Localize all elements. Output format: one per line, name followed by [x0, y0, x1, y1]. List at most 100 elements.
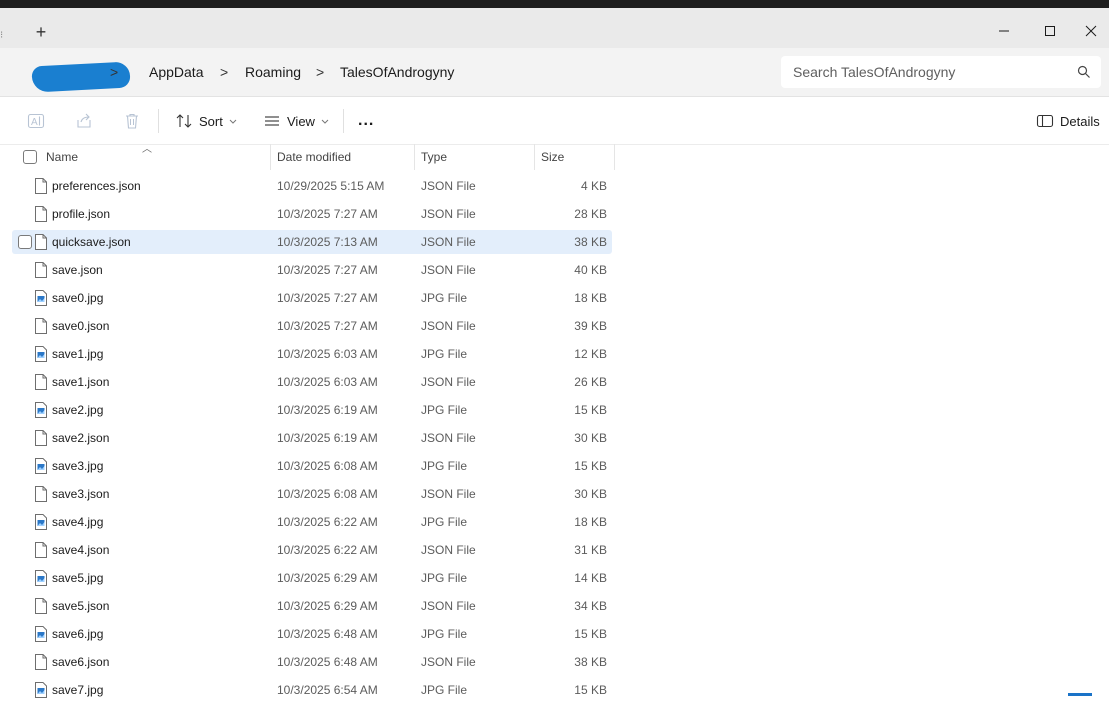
file-date-modified: 10/3/2025 7:27 AM	[277, 319, 378, 333]
column-divider[interactable]	[414, 144, 415, 170]
file-size: 15 KB	[574, 627, 607, 641]
tab-edge: ⁝	[0, 30, 4, 41]
file-name[interactable]: save4.json	[52, 538, 109, 562]
file-size: 39 KB	[574, 319, 607, 333]
file-row[interactable]: save5.jpg 10/3/2025 6:29 AM JPG File 14 KB	[12, 566, 612, 590]
document-file-icon	[34, 178, 48, 197]
file-name[interactable]: save2.jpg	[52, 398, 103, 422]
breadcrumb-separator[interactable]: >	[316, 56, 324, 88]
file-name[interactable]: save6.json	[52, 650, 109, 674]
document-file-icon	[34, 542, 48, 561]
search-icon[interactable]	[1077, 65, 1091, 79]
column-divider[interactable]	[614, 144, 615, 170]
file-name[interactable]: save6.jpg	[52, 622, 103, 646]
maximize-button[interactable]	[1027, 16, 1073, 46]
column-type[interactable]: Type	[421, 144, 447, 170]
file-row[interactable]: save2.jpg 10/3/2025 6:19 AM JPG File 15 KB	[12, 398, 612, 422]
column-date-modified[interactable]: Date modified	[277, 144, 351, 170]
view-label: View	[287, 113, 315, 129]
file-row[interactable]: save6.jpg 10/3/2025 6:48 AM JPG File 15 KB	[12, 622, 612, 646]
column-divider[interactable]	[534, 144, 535, 170]
address-bar[interactable]: > AppData > Roaming > TalesOfAndrogyny	[10, 56, 773, 93]
file-row[interactable]: save3.jpg 10/3/2025 6:08 AM JPG File 15 KB	[12, 454, 612, 478]
file-name[interactable]: save2.json	[52, 426, 109, 450]
file-row[interactable]: preferences.json 10/29/2025 5:15 AM JSON F…	[12, 174, 612, 198]
file-date-modified: 10/3/2025 6:03 AM	[277, 375, 378, 389]
file-date-modified: 10/3/2025 6:48 AM	[277, 627, 378, 641]
file-name[interactable]: save7.jpg	[52, 678, 103, 702]
divider	[158, 109, 159, 133]
file-row[interactable]: profile.json 10/3/2025 7:27 AM JSON File 28…	[12, 202, 612, 226]
file-size: 4 KB	[580, 179, 607, 193]
file-name[interactable]: save5.jpg	[52, 566, 103, 590]
file-row[interactable]: save0.jpg 10/3/2025 7:27 AM JPG File 18 KB	[12, 286, 612, 310]
file-name[interactable]: save5.json	[52, 594, 109, 618]
image-file-icon	[34, 402, 48, 421]
file-date-modified: 10/3/2025 7:27 AM	[277, 207, 378, 221]
details-button[interactable]: Details	[1036, 105, 1100, 137]
details-pane-icon	[1036, 114, 1054, 128]
file-type: JSON File	[421, 655, 476, 669]
file-date-modified: 10/3/2025 6:48 AM	[277, 655, 378, 669]
breadcrumb-appdata[interactable]: AppData	[149, 56, 203, 88]
more-options-button[interactable]: ...	[358, 105, 374, 137]
file-row[interactable]: save5.json 10/3/2025 6:29 AM JSON File 34 K…	[12, 594, 612, 618]
share-button[interactable]	[75, 105, 93, 137]
maximize-icon	[1045, 26, 1055, 36]
sort-button[interactable]: Sort	[175, 105, 238, 137]
file-date-modified: 10/3/2025 6:19 AM	[277, 431, 378, 445]
view-button[interactable]: View	[263, 105, 330, 137]
row-checkbox[interactable]	[18, 235, 32, 249]
breadcrumb-roaming[interactable]: Roaming	[245, 56, 301, 88]
document-file-icon	[34, 206, 48, 225]
minimize-icon	[999, 30, 1009, 32]
file-row[interactable]: save.json 10/3/2025 7:27 AM JSON File 40 KB	[12, 258, 612, 282]
chevron-down-icon	[321, 119, 329, 124]
file-size: 12 KB	[574, 347, 607, 361]
file-row[interactable]: save7.jpg 10/3/2025 6:54 AM JPG File 15 KB	[12, 678, 612, 702]
breadcrumb-separator[interactable]: >	[110, 56, 118, 88]
file-row[interactable]: save2.json 10/3/2025 6:19 AM JSON File 30 K…	[12, 426, 612, 450]
file-date-modified: 10/3/2025 6:08 AM	[277, 459, 378, 473]
file-name[interactable]: save1.jpg	[52, 342, 103, 366]
breadcrumb-talesofandrogyny[interactable]: TalesOfAndrogyny	[340, 56, 454, 88]
file-name[interactable]: save4.jpg	[52, 510, 103, 534]
file-name[interactable]: profile.json	[52, 202, 110, 226]
file-size: 34 KB	[574, 599, 607, 613]
column-divider[interactable]	[270, 144, 271, 170]
file-row[interactable]: save1.json 10/3/2025 6:03 AM JSON File 26 K…	[12, 370, 612, 394]
minimize-button[interactable]	[981, 16, 1027, 46]
file-row[interactable]: save1.jpg 10/3/2025 6:03 AM JPG File 12 KB	[12, 342, 612, 366]
rename-button[interactable]: A	[27, 105, 45, 137]
file-name[interactable]: save0.json	[52, 314, 109, 338]
file-name[interactable]: quicksave.json	[52, 230, 131, 254]
file-name[interactable]: save.json	[52, 258, 103, 282]
file-name[interactable]: save3.json	[52, 482, 109, 506]
file-name[interactable]: preferences.json	[52, 174, 141, 198]
delete-button[interactable]	[123, 105, 141, 137]
file-type: JSON File	[421, 375, 476, 389]
search-box[interactable]	[781, 56, 1101, 88]
column-name[interactable]: Name	[46, 144, 78, 170]
search-input[interactable]	[793, 56, 1063, 88]
scrollbar-thumb[interactable]	[1068, 693, 1092, 696]
new-tab-button[interactable]: +	[28, 20, 54, 46]
svg-text:A: A	[31, 117, 38, 128]
file-name[interactable]: save3.jpg	[52, 454, 103, 478]
file-date-modified: 10/3/2025 6:19 AM	[277, 403, 378, 417]
document-file-icon	[34, 234, 48, 253]
column-size[interactable]: Size	[541, 144, 564, 170]
file-row[interactable]: save4.jpg 10/3/2025 6:22 AM JPG File 18 KB	[12, 510, 612, 534]
document-file-icon	[34, 430, 48, 449]
file-row[interactable]: save4.json 10/3/2025 6:22 AM JSON File 31 K…	[12, 538, 612, 562]
breadcrumb-separator[interactable]: >	[220, 56, 228, 88]
file-type: JSON File	[421, 235, 476, 249]
close-button[interactable]	[1073, 16, 1109, 46]
file-row[interactable]: save0.json 10/3/2025 7:27 AM JSON File 39 K…	[12, 314, 612, 338]
file-name[interactable]: save1.json	[52, 370, 109, 394]
document-file-icon	[34, 654, 48, 673]
file-row[interactable]: quicksave.json 10/3/2025 7:13 AM JSON File…	[12, 230, 612, 254]
file-name[interactable]: save0.jpg	[52, 286, 103, 310]
file-row[interactable]: save3.json 10/3/2025 6:08 AM JSON File 30 K…	[12, 482, 612, 506]
file-row[interactable]: save6.json 10/3/2025 6:48 AM JSON File 38 K…	[12, 650, 612, 674]
